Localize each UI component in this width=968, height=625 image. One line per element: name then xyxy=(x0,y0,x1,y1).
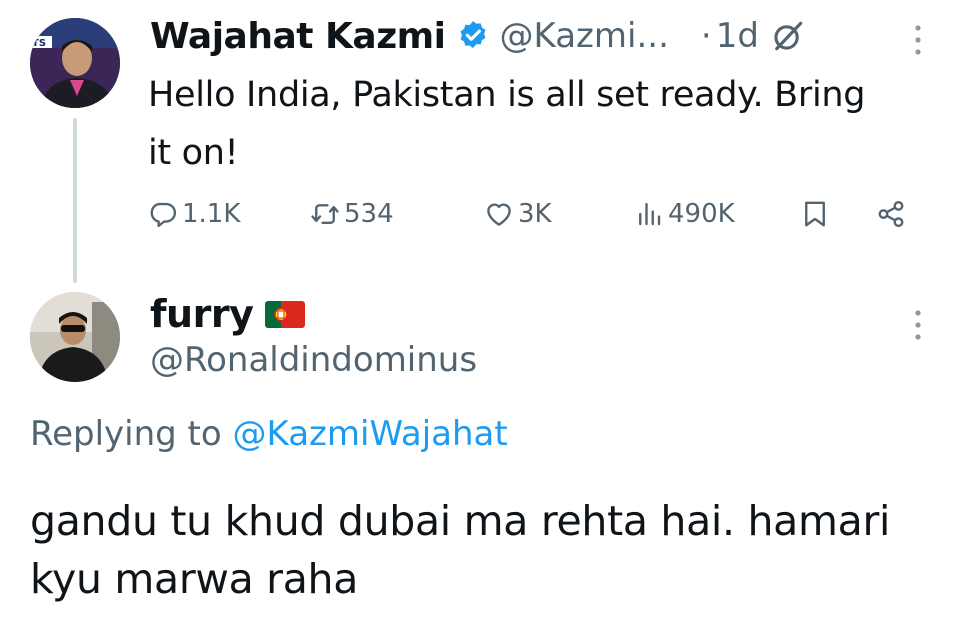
avatar-wajahat-kazmi[interactable]: TS xyxy=(30,18,120,108)
verified-badge-icon xyxy=(460,21,485,49)
more-vertical-icon[interactable] xyxy=(908,20,928,60)
reply-text: gandu tu khud dubai ma rehta hai. hamari… xyxy=(30,497,891,603)
avatar-furry[interactable] xyxy=(30,292,120,382)
reply-author-name[interactable]: furry xyxy=(150,292,254,336)
heart-icon xyxy=(487,203,511,226)
reply-author-handle[interactable]: @Ronaldindominus xyxy=(150,340,477,380)
reply-author-row: furry xyxy=(150,292,306,336)
like-button[interactable]: 3K xyxy=(484,192,552,236)
svg-text:TS: TS xyxy=(32,38,46,49)
bookmark-icon xyxy=(805,201,825,227)
tweet-header: Wajahat Kazmi @Kazmi... · 1d xyxy=(150,8,805,64)
tweet-time[interactable]: 1d xyxy=(716,16,759,56)
replying-to-line: Replying to @KazmiWajahat xyxy=(30,414,508,454)
bookmark-button[interactable] xyxy=(800,192,830,236)
reply-count: 1.1K xyxy=(182,199,241,229)
author-name[interactable]: Wajahat Kazmi xyxy=(150,16,446,57)
grok-icon[interactable] xyxy=(771,19,805,53)
thread-connector-line xyxy=(73,118,77,283)
replying-to-label: Replying to xyxy=(30,414,222,454)
author-handle[interactable]: @Kazmi... xyxy=(500,16,669,56)
tweet-actions-bar: 1.1K 534 3K 490K xyxy=(148,192,928,236)
views-button[interactable]: 490K xyxy=(634,192,735,236)
reply-button[interactable]: 1.1K xyxy=(148,192,240,236)
share-button[interactable] xyxy=(876,192,906,236)
like-count: 3K xyxy=(518,199,552,229)
share-icon xyxy=(878,200,904,228)
views-icon xyxy=(639,202,661,226)
views-count: 490K xyxy=(668,199,735,229)
reply-icon xyxy=(150,202,177,228)
separator-dot: · xyxy=(700,16,712,56)
retweet-count: 534 xyxy=(344,199,394,229)
replying-to-mention[interactable]: @KazmiWajahat xyxy=(233,414,508,454)
tweet-text: Hello India, Pakistan is all set ready. … xyxy=(148,75,866,173)
more-vertical-icon[interactable] xyxy=(908,305,928,345)
retweet-icon xyxy=(311,204,339,224)
retweet-button[interactable]: 534 xyxy=(310,192,394,236)
portugal-flag-icon xyxy=(265,300,306,328)
